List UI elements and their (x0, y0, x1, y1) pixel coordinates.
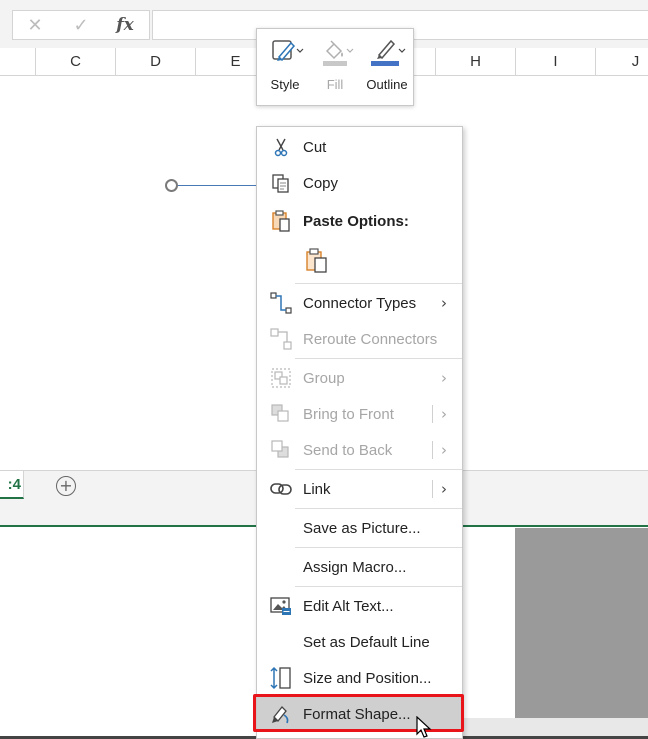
submenu-arrow-icon: › (441, 369, 447, 387)
style-button[interactable]: Style (265, 35, 305, 101)
bring-front-icon (269, 402, 293, 426)
assign-macro-label: Assign Macro... (303, 558, 407, 576)
menu-item-set-default-line[interactable]: Set as Default Line (257, 624, 462, 660)
edit-alt-text-label: Edit Alt Text... (303, 597, 394, 615)
excel-window: ✕ ✓ fx C D E H I J :4 + Style Fill Outli… (0, 0, 648, 739)
reroute-icon (269, 327, 293, 351)
mini-toolbar: Style Fill Outline (256, 28, 414, 106)
connector-types-icon (269, 291, 293, 315)
menu-item-save-as-picture[interactable]: Save as Picture... (257, 510, 462, 546)
bring-to-front-label: Bring to Front (303, 405, 394, 423)
fill-label: Fill (326, 77, 344, 92)
context-menu: Cut Copy Paste Options: Connector Types … (253, 126, 464, 739)
shape-style-icon (265, 35, 305, 69)
paste-options-label: Paste Options: (303, 212, 409, 230)
menu-separator (295, 547, 462, 548)
add-sheet-icon[interactable]: + (56, 476, 76, 496)
formula-buttons: ✕ ✓ fx (12, 10, 150, 40)
size-position-icon (269, 666, 293, 690)
submenu-arrow-icon: › (441, 480, 447, 498)
split-divider (432, 405, 433, 423)
menu-item-connector-types[interactable]: Connector Types › (257, 285, 462, 321)
split-divider (432, 441, 433, 459)
column-header-h[interactable]: H (435, 48, 515, 75)
outline-button[interactable]: Outline (363, 35, 411, 101)
column-header-d[interactable]: D (115, 48, 195, 75)
scissors-icon (269, 135, 293, 159)
send-back-icon (269, 438, 293, 462)
menu-item-cut[interactable]: Cut (257, 129, 462, 165)
link-label: Link (303, 480, 331, 498)
send-to-back-label: Send to Back (303, 441, 393, 459)
menu-item-paste-options: Paste Options: (257, 203, 462, 239)
copy-icon (269, 171, 293, 195)
connector-line[interactable] (178, 185, 258, 186)
menu-item-size-and-position[interactable]: Size and Position... (257, 660, 462, 696)
paste-keep-formatting-icon[interactable] (305, 248, 329, 273)
menu-separator (295, 469, 462, 470)
menu-item-edit-alt-text[interactable]: Edit Alt Text... (257, 588, 462, 624)
submenu-arrow-icon: › (441, 405, 447, 423)
outline-pen-icon (367, 35, 407, 69)
column-header-j[interactable]: J (595, 48, 648, 75)
fill-bucket-icon (315, 35, 355, 69)
menu-item-link[interactable]: Link › (257, 471, 462, 507)
column-header-b[interactable] (0, 48, 35, 75)
paste-icon (269, 209, 293, 233)
submenu-arrow-icon: › (441, 294, 447, 312)
style-label: Style (270, 77, 300, 92)
menu-item-bring-to-front: Bring to Front › (257, 396, 462, 432)
link-icon (269, 477, 293, 501)
menu-separator (295, 586, 462, 587)
insert-function-icon[interactable]: fx (105, 14, 145, 36)
background-panel (515, 528, 648, 718)
menu-separator (295, 283, 462, 284)
split-divider (432, 480, 433, 498)
column-header-c[interactable]: C (35, 48, 115, 75)
size-and-position-label: Size and Position... (303, 669, 432, 687)
submenu-arrow-icon: › (441, 441, 447, 459)
menu-separator (295, 508, 462, 509)
connector-handle[interactable] (165, 179, 178, 192)
set-default-line-label: Set as Default Line (303, 633, 430, 651)
fill-button[interactable]: Fill (315, 35, 355, 101)
cancel-icon[interactable]: ✕ (15, 14, 55, 36)
reroute-connectors-label: Reroute Connectors (303, 330, 438, 348)
menu-item-copy[interactable]: Copy (257, 165, 462, 201)
enter-icon[interactable]: ✓ (61, 14, 101, 36)
save-as-picture-label: Save as Picture... (303, 519, 421, 537)
highlight-box (253, 694, 464, 732)
mouse-cursor-icon (416, 715, 432, 739)
menu-item-send-to-back: Send to Back › (257, 432, 462, 468)
group-label: Group (303, 369, 345, 387)
alt-text-icon (269, 594, 293, 618)
cut-label: Cut (303, 138, 327, 156)
column-header-i[interactable]: I (515, 48, 595, 75)
connector-types-label: Connector Types (303, 294, 417, 312)
menu-separator (295, 358, 462, 359)
menu-item-reroute-connectors: Reroute Connectors (257, 321, 462, 357)
copy-label: Copy (303, 174, 339, 192)
menu-item-group: Group › (257, 360, 462, 396)
paste-option-keep (257, 241, 462, 281)
outline-label: Outline (366, 77, 408, 92)
group-icon (269, 366, 293, 390)
menu-item-assign-macro[interactable]: Assign Macro... (257, 549, 462, 585)
sheet-tab-active[interactable]: :4 (0, 471, 24, 499)
